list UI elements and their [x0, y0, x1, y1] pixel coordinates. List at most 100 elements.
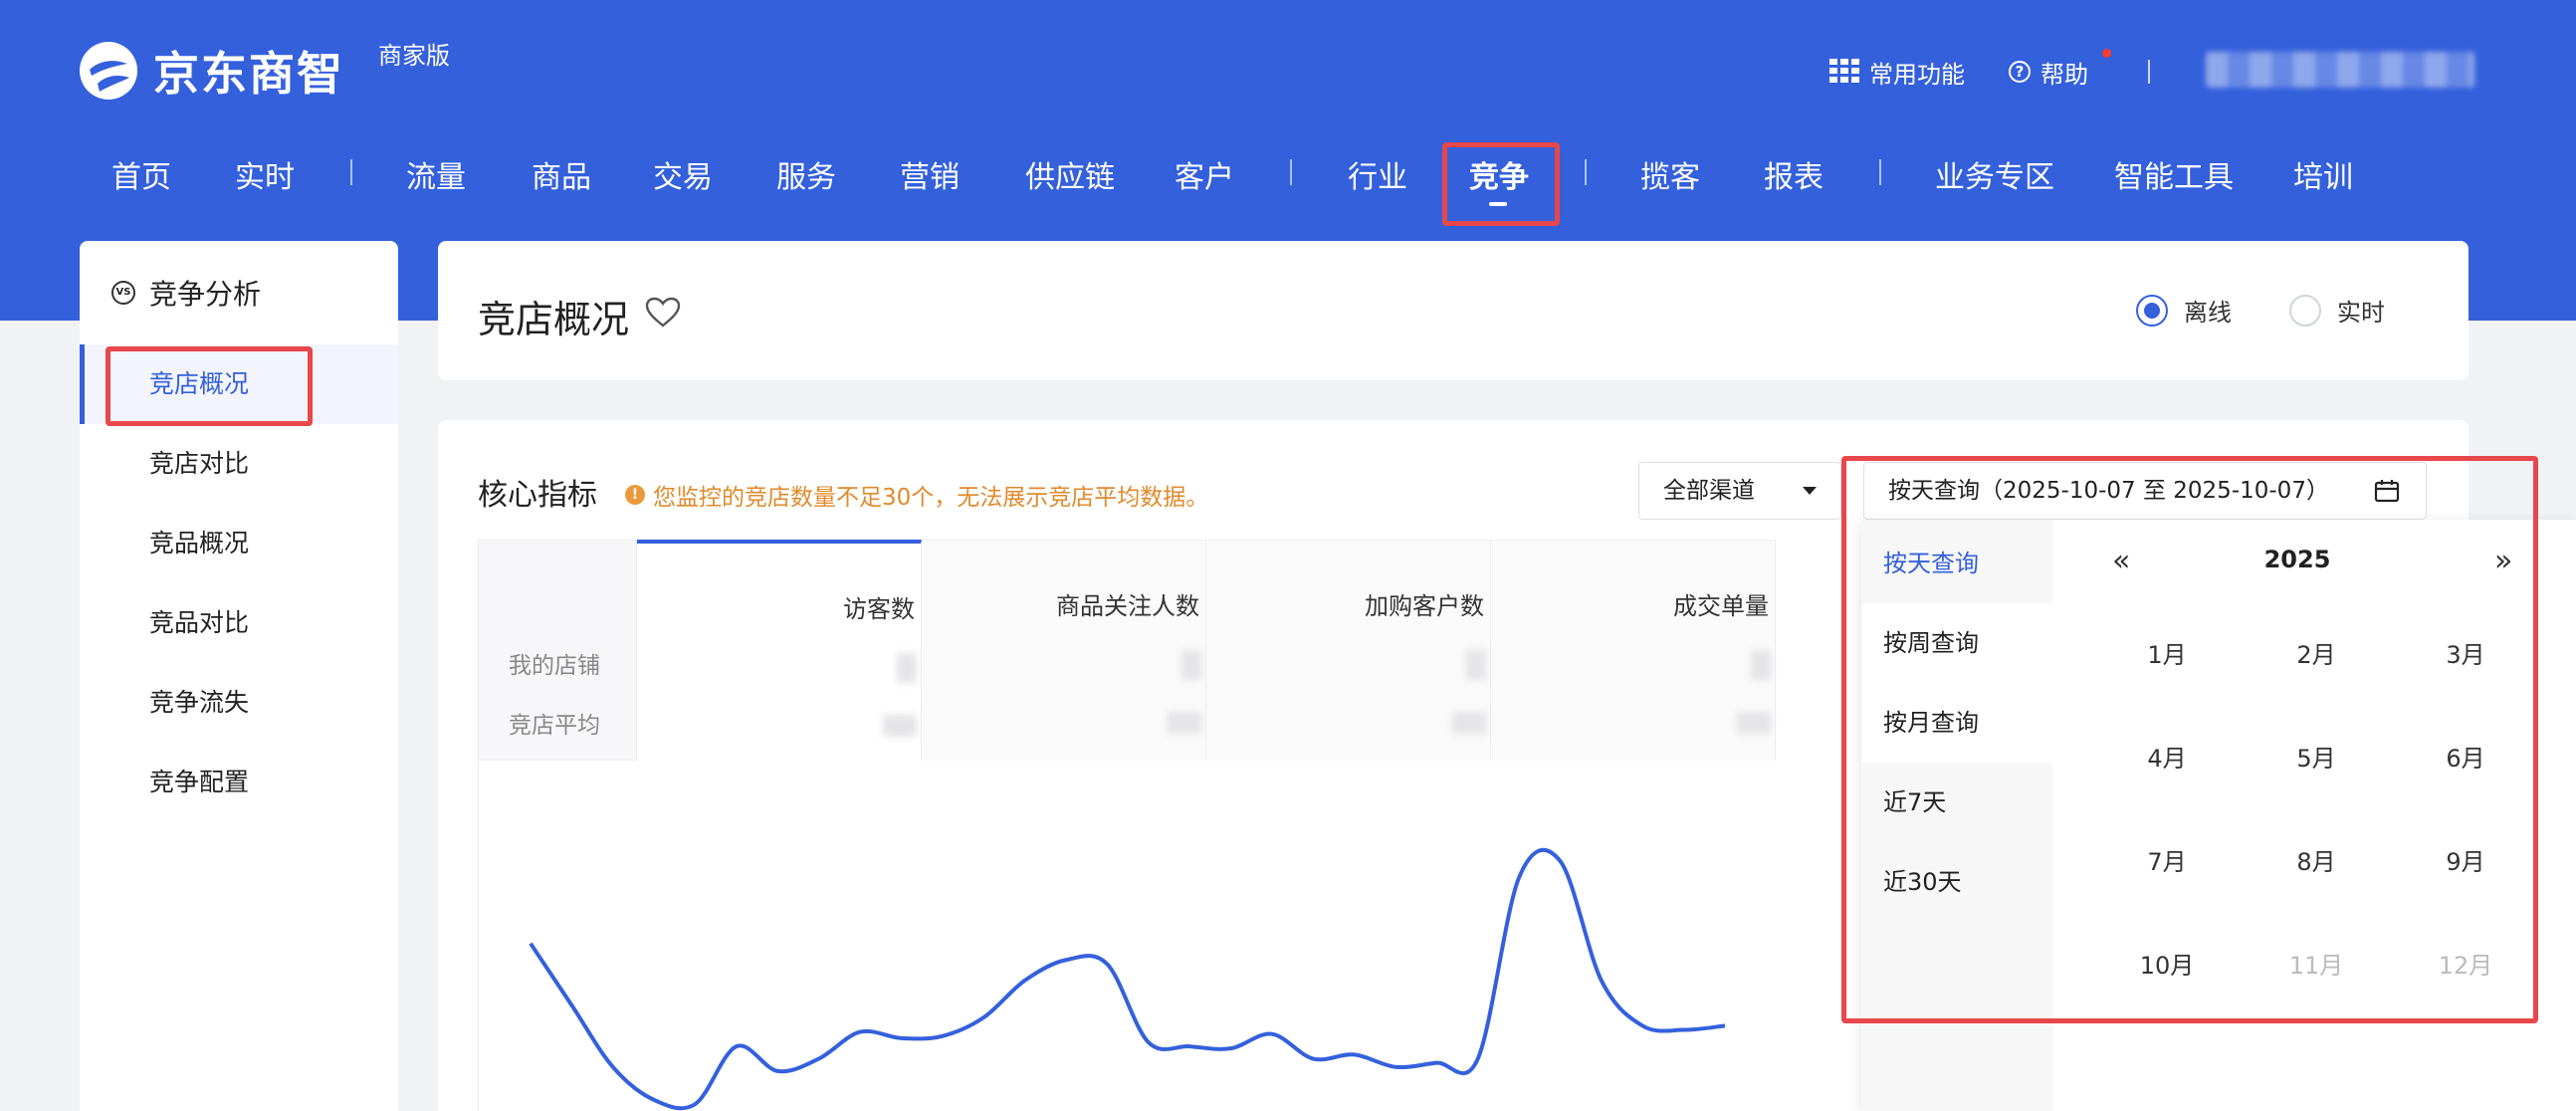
metric-avg-redacted: [1452, 712, 1486, 734]
month-cell-10[interactable]: 10月: [2122, 946, 2212, 981]
sidebar-item-5[interactable]: 竞争配置: [80, 743, 398, 822]
help-link[interactable]: ? 帮助: [2009, 48, 2111, 90]
user-account-area[interactable]: [2206, 52, 2474, 88]
grid-icon: [1829, 59, 1859, 85]
date-range-value: 按天查询（2025-10-07 至 2025-10-07）: [1888, 478, 2329, 504]
logo-subtitle: 商家版: [378, 42, 450, 70]
nav-item-3[interactable]: 商品: [532, 152, 591, 196]
metric-name: 访客数: [843, 595, 915, 623]
query-option-0[interactable]: 按天查询: [1861, 524, 2052, 603]
radio-offline[interactable]: 离线: [2136, 293, 2232, 328]
metric-tab-3[interactable]: 成交单量: [1491, 540, 1776, 761]
metric-tab-2[interactable]: 加购客户数: [1206, 540, 1491, 761]
metric-name: 成交单量: [1673, 592, 1769, 620]
nav-item-10[interactable]: 竞争: [1469, 152, 1529, 196]
channel-select-value: 全部渠道: [1663, 478, 1755, 504]
nav-item-15[interactable]: 培训: [2293, 152, 2353, 196]
top-right-actions: 常用功能 ? 帮助: [1829, 48, 2150, 92]
month-cell-7[interactable]: 7月: [2122, 842, 2212, 877]
nav-item-13[interactable]: 业务专区: [1935, 152, 2054, 196]
sidebar-title: VS 竞争分析: [111, 273, 261, 313]
month-cell-6[interactable]: 6月: [2421, 739, 2510, 774]
nav-item-6[interactable]: 营销: [900, 152, 960, 196]
warning-text: 您监控的竞店数量不足30个，无法展示竞店平均数据。: [653, 485, 1209, 511]
header-divider: [2148, 60, 2150, 84]
trend-chart-svg: [529, 847, 1726, 1111]
month-cell-1[interactable]: 1月: [2122, 635, 2212, 670]
nav-separator: [350, 159, 352, 185]
date-picker-popup: 按天查询 按周查询 按月查询 近7天 近30天 « 2025 » 1月 2月 3月 4月 5月 6…: [1861, 520, 2576, 1111]
metric-value-redacted: [897, 653, 917, 683]
radio-realtime-label: 实时: [2337, 299, 2385, 327]
nav-active-indicator: [1489, 202, 1507, 206]
nav-item-0[interactable]: 首页: [111, 152, 171, 196]
sidebar-item-2[interactable]: 竞品概况: [80, 504, 398, 583]
sidebar-item-3[interactable]: 竞品对比: [80, 583, 398, 663]
nav-separator: [1879, 159, 1881, 185]
metric-value-redacted: [1466, 650, 1486, 680]
channel-select[interactable]: 全部渠道: [1638, 462, 1841, 520]
page-title: 竞店概况: [478, 298, 630, 341]
help-label: 帮助: [2040, 60, 2088, 89]
calendar-icon: [2374, 480, 2400, 503]
row-label-my-store: 我的店铺: [509, 653, 600, 679]
metric-tab-1[interactable]: 商品关注人数: [922, 540, 1206, 761]
vs-icon: VS: [111, 281, 135, 305]
month-cell-8[interactable]: 8月: [2271, 842, 2361, 877]
metric-avg-redacted: [1168, 712, 1201, 734]
metric-name: 商品关注人数: [1056, 592, 1199, 620]
caret-down-icon: [1803, 487, 1817, 495]
query-option-1[interactable]: 按周查询: [1861, 603, 2052, 683]
next-year-icon[interactable]: »: [2494, 544, 2512, 578]
radio-offline-label: 离线: [2184, 299, 2232, 327]
nav-item-11[interactable]: 揽客: [1640, 152, 1700, 196]
prev-year-icon[interactable]: «: [2112, 544, 2130, 578]
app-root: 京东商智 商家版 常用功能 ? 帮助 VS 竞争分析 竞店概况 竞店对比 竞品概况竞…: [0, 0, 2576, 1111]
query-option-3[interactable]: 近7天: [1861, 763, 2052, 842]
metric-avg-redacted: [1737, 712, 1771, 734]
radio-realtime[interactable]: 实时: [2289, 293, 2385, 328]
title-panel: 竞店概况 离线 实时: [438, 241, 2469, 380]
nav-item-1[interactable]: 实时: [235, 152, 295, 196]
month-cell-4[interactable]: 4月: [2122, 739, 2212, 774]
nav-item-2[interactable]: 流量: [406, 152, 466, 196]
query-type-list: 按天查询 按周查询 按月查询 近7天 近30天: [1861, 520, 2052, 1111]
metric-avg-redacted: [883, 715, 917, 737]
sidebar-item-4[interactable]: 竞争流失: [80, 663, 398, 743]
nav-item-9[interactable]: 行业: [1348, 152, 1407, 196]
month-cell-5[interactable]: 5月: [2271, 739, 2361, 774]
month-cell-2[interactable]: 2月: [2271, 635, 2361, 670]
query-option-4[interactable]: 近30天: [1861, 842, 2052, 922]
metric-tabs: 我的店铺 竞店平均 访客数 商品关注人数 加购客户数 成交单量: [478, 540, 1851, 761]
month-cell-9[interactable]: 9月: [2421, 842, 2510, 877]
month-cell-3[interactable]: 3月: [2421, 635, 2510, 670]
date-range-picker[interactable]: 按天查询（2025-10-07 至 2025-10-07）: [1863, 462, 2427, 520]
core-metrics-title: 核心指标: [478, 478, 597, 513]
help-icon: ?: [2009, 61, 2031, 83]
sidebar: VS 竞争分析 竞店概况 竞店对比 竞品概况 竞品对比 竞争流失 竞争配置: [80, 241, 398, 1111]
nav-item-8[interactable]: 客户: [1175, 152, 1234, 196]
sidebar-item-0[interactable]: 竞店概况: [80, 344, 398, 424]
trend-chart: [478, 761, 1851, 1111]
metric-value-redacted: [1181, 650, 1201, 680]
radio-realtime-circle: [2289, 294, 2321, 327]
nav-item-7[interactable]: 供应链: [1025, 152, 1115, 196]
metric-row-labels: 我的店铺 竞店平均: [478, 540, 637, 761]
nav-item-5[interactable]: 服务: [776, 152, 836, 196]
query-option-2[interactable]: 按月查询: [1861, 683, 2052, 763]
metric-tab-0[interactable]: 访客数: [637, 540, 922, 761]
nav-item-14[interactable]: 智能工具: [2114, 152, 2234, 196]
nav-separator: [1290, 159, 1292, 185]
year-label: 2025: [2263, 546, 2331, 573]
common-functions-link[interactable]: 常用功能: [1829, 55, 1965, 90]
metric-value-redacted: [1751, 650, 1771, 680]
nav-item-4[interactable]: 交易: [653, 152, 713, 196]
sidebar-title-label: 竞争分析: [149, 278, 262, 311]
month-cell-11: 11月: [2288, 952, 2344, 980]
radio-offline-circle: [2136, 294, 2168, 327]
jd-logo[interactable]: 京东商智: [78, 38, 344, 104]
nav-item-12[interactable]: 报表: [1764, 152, 1824, 196]
common-functions-label: 常用功能: [1869, 60, 1965, 89]
favorite-heart-icon[interactable]: [645, 297, 681, 329]
sidebar-item-1[interactable]: 竞店对比: [80, 424, 398, 504]
